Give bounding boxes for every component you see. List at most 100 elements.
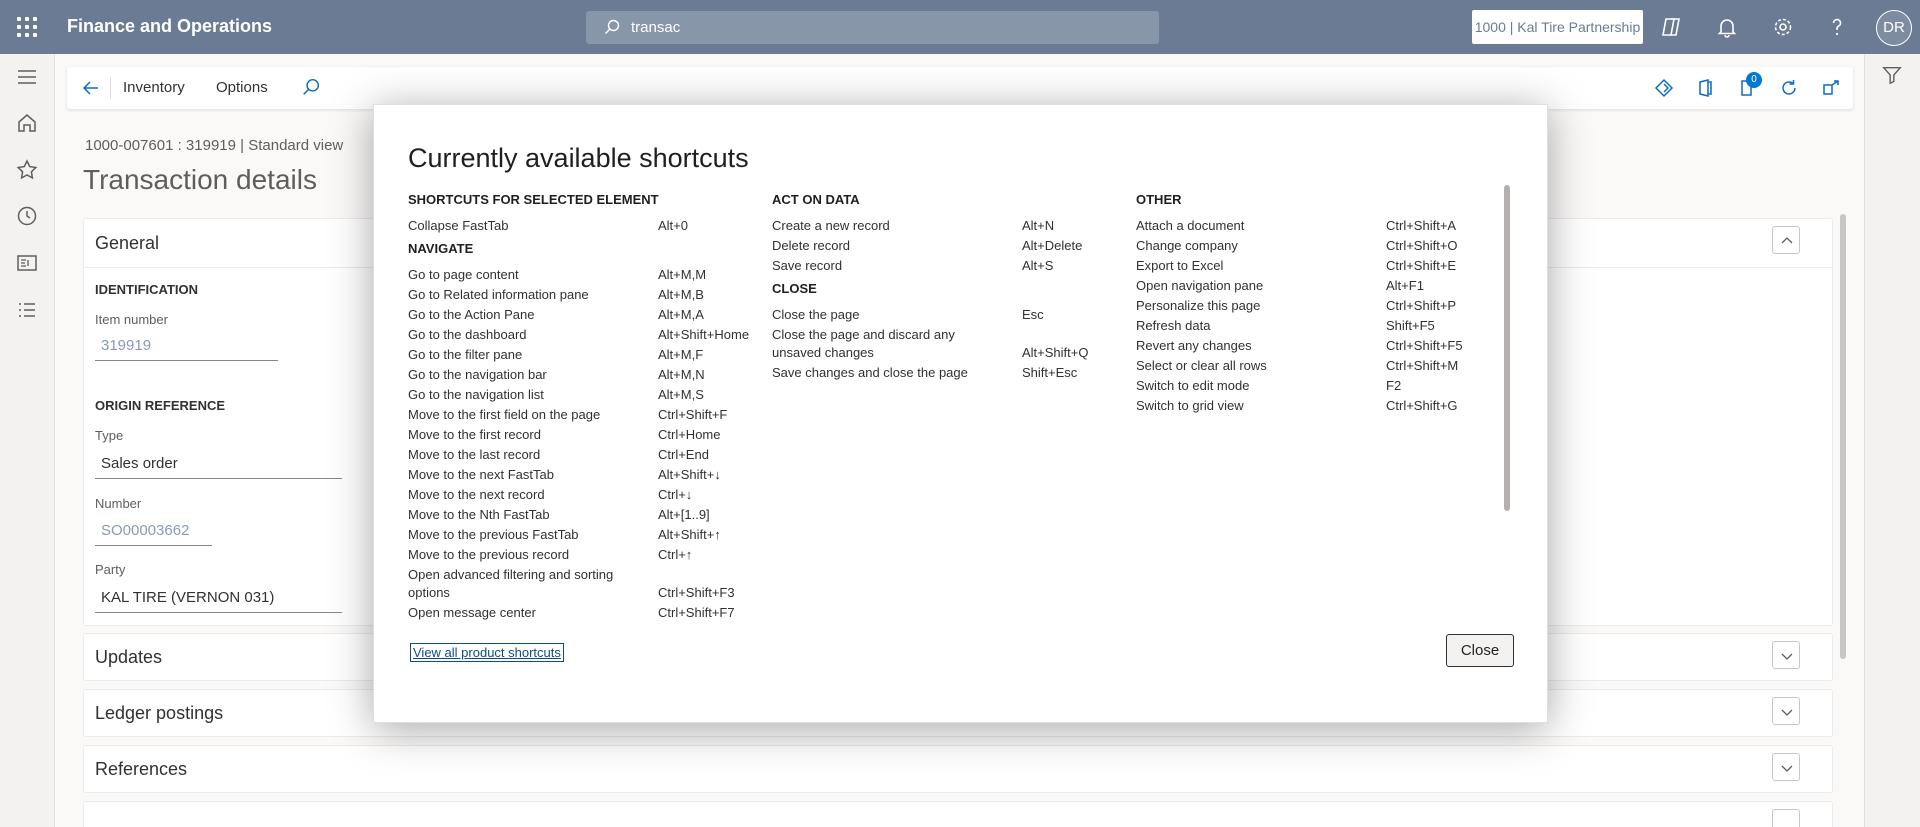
search-box[interactable]: transac: [586, 11, 1159, 44]
modules-icon[interactable]: [15, 298, 39, 322]
menu-options[interactable]: Options: [216, 79, 268, 96]
shortcut-name: Move to the Nth FastTab: [408, 507, 550, 522]
section-heading: ACT ON DATA: [772, 192, 860, 207]
shortcut-name: Refresh data: [1136, 318, 1211, 333]
shortcut-name: Change company: [1136, 238, 1238, 253]
help-icon[interactable]: [1825, 15, 1849, 39]
shortcut-key: Shift+Esc: [1022, 365, 1078, 380]
office-icon[interactable]: [1694, 77, 1716, 99]
shortcut-key: Alt+N: [1022, 218, 1055, 233]
shortcut-key: Alt+M,S: [658, 387, 704, 402]
app-launcher-icon[interactable]: [17, 17, 37, 37]
shortcut-key: Alt+0: [658, 218, 688, 233]
shortcut-key: Alt+Shift+Home: [658, 327, 750, 342]
party-field[interactable]: KAL TIRE (VERNON 031): [95, 585, 342, 613]
power-apps-icon[interactable]: [1653, 77, 1675, 99]
fasttab-references: References: [83, 745, 1833, 793]
dialog-title: Currently available shortcuts: [408, 143, 749, 173]
search-input[interactable]: transac: [631, 19, 680, 36]
fasttab-header[interactable]: Updates: [95, 647, 162, 668]
item-number-field[interactable]: 319919: [95, 333, 278, 361]
open-new-window-icon[interactable]: [1820, 77, 1842, 99]
expand-button[interactable]: [1772, 753, 1800, 781]
chevron-down-icon: [1781, 653, 1793, 660]
shortcut-key: Ctrl+Shift+O: [1386, 238, 1458, 253]
shortcut-name: Switch to grid view: [1136, 398, 1244, 413]
bell-icon[interactable]: [1715, 15, 1739, 39]
shortcut-key: Alt+M,N: [658, 367, 705, 382]
shortcut-key: Ctrl+Shift+G: [1386, 398, 1458, 413]
shortcut-key: Alt+M,M: [658, 267, 707, 282]
shortcut-key: Alt+[1..9]: [658, 507, 710, 522]
shortcut-key: Ctrl+End: [658, 447, 709, 462]
workspaces-icon[interactable]: [15, 251, 39, 275]
shortcut-key: Ctrl+Shift+F7: [658, 605, 735, 620]
menu-inventory[interactable]: Inventory: [123, 79, 185, 96]
shortcut-key: Ctrl+Shift+F: [658, 407, 728, 422]
expand-button[interactable]: [1772, 697, 1800, 725]
identification-group: IDENTIFICATION: [95, 282, 199, 297]
app-title[interactable]: Finance and Operations: [67, 16, 272, 37]
shortcut-key: Alt+M,B: [658, 287, 704, 302]
shortcut-key: Ctrl+↓: [658, 487, 693, 502]
number-field[interactable]: SO00003662: [95, 518, 212, 546]
fasttab-header[interactable]: General: [95, 233, 159, 254]
shortcut-name: Move to the next FastTab: [408, 467, 554, 482]
shortcut-key: Ctrl+↑: [658, 547, 693, 562]
company-picker[interactable]: 1000 | Kal Tire Partnership: [1472, 10, 1643, 44]
number-label: Number: [95, 496, 142, 511]
recent-icon[interactable]: [15, 204, 39, 228]
page-scrollbar[interactable]: [1840, 214, 1846, 659]
shortcut-name: Move to the previous FastTab: [408, 527, 579, 542]
search-icon: [605, 19, 620, 34]
fasttab-header[interactable]: Ledger postings: [95, 703, 223, 724]
shortcut-name: Delete record: [772, 238, 851, 253]
shortcut-name: Go to page content: [408, 267, 519, 282]
fasttab-header[interactable]: References: [95, 759, 187, 780]
shortcut-key: Alt+F1: [1386, 278, 1424, 293]
shortcut-key: Alt+Shift+↓: [658, 467, 721, 482]
shortcut-key: Ctrl+Shift+F3: [658, 585, 735, 600]
shortcut-name: Revert any changes: [1136, 338, 1252, 353]
type-label: Type: [95, 428, 124, 443]
star-icon[interactable]: [15, 158, 39, 182]
avatar[interactable]: DR: [1876, 10, 1912, 46]
copilot-icon[interactable]: [1659, 15, 1683, 39]
item-number-label: Item number: [95, 312, 168, 327]
shortcut-key: Ctrl+Shift+E: [1386, 258, 1457, 273]
shortcuts-dialog: Currently available shortcuts SHORTCUTS …: [373, 104, 1548, 723]
refresh-icon[interactable]: [1778, 77, 1800, 99]
shortcut-name: Select or clear all rows: [1136, 358, 1267, 373]
expand-button[interactable]: [1772, 641, 1800, 669]
shortcut-key: Shift+F5: [1386, 318, 1435, 333]
chevron-up-icon: [1781, 237, 1793, 244]
shortcut-name: Close the page and discard any unsaved c…: [772, 327, 955, 360]
shortcut-name: Move to the previous record: [408, 547, 570, 562]
type-field[interactable]: Sales order: [95, 451, 342, 479]
origin-reference-group: ORIGIN REFERENCE: [95, 398, 226, 413]
shortcut-name: Switch to edit mode: [1136, 378, 1250, 393]
shortcut-name: Open navigation pane: [1136, 278, 1264, 293]
dialog-scrollbar[interactable]: [1504, 185, 1510, 511]
shortcut-key: Alt+M,F: [658, 347, 704, 362]
collapse-button[interactable]: [1772, 226, 1800, 254]
shortcut-name: Create a new record: [772, 218, 890, 233]
filter-icon[interactable]: [1881, 64, 1903, 86]
section-heading: OTHER: [1136, 192, 1182, 207]
navigation-rail: [0, 54, 55, 827]
hamburger-icon[interactable]: [15, 65, 39, 89]
search-icon[interactable]: [302, 78, 320, 96]
back-arrow-icon[interactable]: [81, 78, 101, 98]
shortcut-key: F2: [1386, 378, 1402, 393]
home-icon[interactable]: [15, 111, 39, 135]
shortcut-name: Collapse FastTab: [408, 218, 509, 233]
expand-button[interactable]: [1772, 809, 1800, 827]
gear-icon[interactable]: [1771, 15, 1795, 39]
close-button[interactable]: Close: [1446, 634, 1514, 667]
shortcut-name: Attach a document: [1136, 218, 1245, 233]
shortcut-name: Move to the first field on the page: [408, 407, 601, 422]
view-all-shortcuts-link[interactable]: View all product shortcuts: [410, 643, 564, 662]
shortcut-key: Alt+Shift+↑: [658, 527, 721, 542]
shortcut-name: Go to the navigation list: [408, 387, 544, 402]
shortcut-key: Alt+S: [1022, 258, 1054, 273]
